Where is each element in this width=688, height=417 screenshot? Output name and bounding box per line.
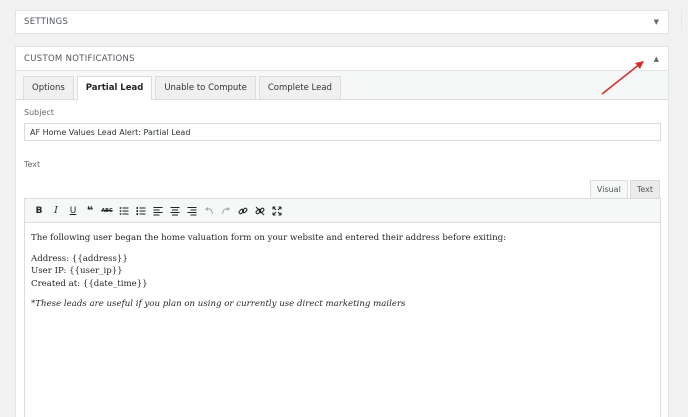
custom-notifications-title: CUSTOM NOTIFICATIONS <box>24 53 135 64</box>
remove-link-button[interactable] <box>252 202 268 220</box>
bullet-list-button[interactable] <box>116 202 132 220</box>
editor-note: *These leads are useful if you plan on u… <box>31 299 406 309</box>
numbered-list-button[interactable] <box>133 202 149 220</box>
fullscreen-icon <box>272 206 282 215</box>
custom-notifications-header[interactable]: CUSTOM NOTIFICATIONS ▲ <box>16 47 668 71</box>
italic-button[interactable]: I <box>48 202 64 220</box>
tab-options[interactable]: Options <box>23 76 74 99</box>
underline-button[interactable]: U <box>65 202 81 220</box>
blockquote-button[interactable]: ❝ <box>82 202 98 220</box>
align-center-button[interactable] <box>167 202 183 220</box>
undo-button[interactable] <box>201 202 217 220</box>
rich-text-editor: B I U ❝ ABC The following user began the… <box>24 198 661 417</box>
editor-mode-tabs: Visual Text <box>589 180 660 199</box>
align-right-icon <box>187 206 197 215</box>
tab-visual[interactable]: Visual <box>589 180 628 199</box>
tab-unable-to-compute[interactable]: Unable to Compute <box>155 76 256 99</box>
notification-tabs: Options Partial Lead Unable to Compute C… <box>16 71 668 100</box>
tab-complete-lead[interactable]: Complete Lead <box>258 76 341 99</box>
align-left-button[interactable] <box>150 202 166 220</box>
bullet-list-icon <box>119 206 129 215</box>
bold-button[interactable]: B <box>31 202 47 220</box>
tab-text[interactable]: Text <box>629 180 660 199</box>
undo-icon <box>205 206 214 214</box>
subject-input[interactable] <box>24 123 661 141</box>
tab-partial-lead[interactable]: Partial Lead <box>76 76 153 100</box>
page: SETTINGS ▼ CUSTOM NOTIFICATIONS ▲ Option… <box>0 0 688 417</box>
redo-icon <box>221 206 230 214</box>
numbered-list-icon <box>136 206 146 215</box>
chevron-up-icon[interactable]: ▲ <box>654 55 659 63</box>
editor-content[interactable]: The following user began the home valuat… <box>25 223 660 328</box>
insert-link-button[interactable] <box>235 202 251 220</box>
subject-label: Subject <box>24 108 54 117</box>
custom-notifications-panel: CUSTOM NOTIFICATIONS ▲ Options Partial L… <box>15 46 669 417</box>
settings-panel-header[interactable]: SETTINGS ▼ <box>16 11 668 33</box>
editor-line-address: Address: {{address}} <box>31 253 128 264</box>
unlink-icon <box>255 206 265 215</box>
editor-line-created-at: Created at: {{date_time}} <box>31 278 148 289</box>
redo-button[interactable] <box>218 202 234 220</box>
align-right-button[interactable] <box>184 202 200 220</box>
editor-line-user-ip: User IP: {{user_ip}} <box>31 266 123 276</box>
align-left-icon <box>153 206 163 215</box>
side-edge <box>681 10 688 30</box>
editor-toolbar: B I U ❝ ABC <box>25 199 660 223</box>
chevron-down-icon[interactable]: ▼ <box>654 18 659 26</box>
align-center-icon <box>170 206 180 215</box>
settings-panel-title: SETTINGS <box>24 17 69 27</box>
strikethrough-button[interactable]: ABC <box>99 202 115 220</box>
settings-panel: SETTINGS ▼ <box>15 10 669 34</box>
text-label: Text <box>24 160 41 169</box>
link-icon <box>238 207 248 214</box>
fullscreen-button[interactable] <box>269 202 285 220</box>
editor-paragraph: The following user began the home valuat… <box>31 233 507 243</box>
